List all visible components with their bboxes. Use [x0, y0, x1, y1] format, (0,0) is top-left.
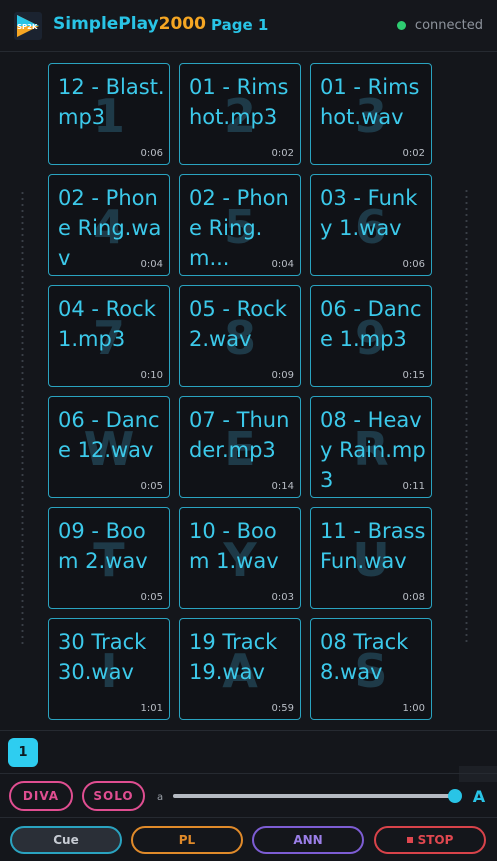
- pad-duration: 0:02: [402, 148, 425, 159]
- font-size-slider[interactable]: [173, 789, 462, 803]
- playlist-button[interactable]: PL: [131, 826, 243, 854]
- pad-name: 08 Track 8.wav: [320, 630, 409, 684]
- pad-name: 30 Track 30.wav: [58, 630, 147, 684]
- controls-row: DIVA SOLO a A: [0, 773, 497, 817]
- app-title-main: SimplePlay: [53, 14, 159, 34]
- pad-duration: 0:14: [271, 481, 294, 492]
- pad-duration: 0:05: [140, 481, 163, 492]
- bottom-bar: Cue PL ANN STOP: [0, 817, 497, 861]
- sound-pad[interactable]: S 08 Track 8.wav 1:00: [310, 618, 432, 720]
- pad-name: 06 - Dance 1.mp3: [320, 297, 422, 351]
- cue-button[interactable]: Cue: [10, 826, 122, 854]
- pad-duration: 0:04: [140, 259, 163, 270]
- sound-pad[interactable]: R 08 - Heavy Rain.mp3 0:11: [310, 396, 432, 498]
- stop-icon: [406, 837, 413, 843]
- sound-pad-grid: 1 12 - Blast.mp3 0:06 2 01 - Rimshot.mp3 0:02…: [48, 63, 432, 720]
- app-title-accent: 2000: [158, 14, 206, 34]
- pad-name: 04 - Rock 1.mp3: [58, 297, 156, 351]
- page-selector: 1: [0, 730, 497, 773]
- right-scroll-indicator: [465, 188, 468, 642]
- pad-duration: 0:09: [271, 370, 294, 381]
- status-text: connected: [414, 18, 483, 33]
- pad-duration: 0:11: [402, 481, 425, 492]
- pad-duration: 1:01: [140, 703, 163, 714]
- app-logo-icon: SP2K: [14, 12, 42, 40]
- app-header: SP2K SimplePlay2000 Page 1 connected: [0, 0, 497, 52]
- announcement-button[interactable]: ANN: [252, 826, 364, 854]
- pad-name: 06 - Dance 12.wav: [58, 408, 160, 462]
- slider-min-label: a: [157, 792, 164, 803]
- logo-text: SP2K: [17, 23, 38, 31]
- connection-status: connected: [396, 18, 483, 33]
- stop-label: STOP: [417, 833, 454, 847]
- pad-duration: 1:00: [402, 703, 425, 714]
- solo-button[interactable]: SOLO: [82, 781, 145, 811]
- sound-pad[interactable]: 4 02 - Phone Ring.wav 0:04: [48, 174, 170, 276]
- sound-pad[interactable]: 1 12 - Blast.mp3 0:06: [48, 63, 170, 165]
- sound-pad[interactable]: 5 02 - Phone Ring.m... 0:04: [179, 174, 301, 276]
- pad-duration: 0:06: [402, 259, 425, 270]
- pad-name: 09 - Boom 2.wav: [58, 519, 148, 573]
- page-chip-1[interactable]: 1: [8, 738, 38, 767]
- pad-name: 01 - Rimshot.wav: [320, 75, 420, 129]
- sound-pad[interactable]: 2 01 - Rimshot.mp3 0:02: [179, 63, 301, 165]
- pad-name: 05 - Rock 2.wav: [189, 297, 287, 351]
- sound-pad[interactable]: I 30 Track 30.wav 1:01: [48, 618, 170, 720]
- slider-thumb[interactable]: [448, 789, 462, 803]
- slider-fill: [173, 794, 455, 798]
- pad-name: 12 - Blast.mp3: [58, 75, 165, 129]
- left-scroll-indicator: [21, 190, 24, 646]
- sound-pad[interactable]: T 09 - Boom 2.wav 0:05: [48, 507, 170, 609]
- pad-duration: 0:06: [140, 148, 163, 159]
- sound-pad[interactable]: E 07 - Thunder.mp3 0:14: [179, 396, 301, 498]
- pad-duration: 0:04: [271, 259, 294, 270]
- pad-name: 07 - Thunder.mp3: [189, 408, 290, 462]
- app-title: SimplePlay2000: [53, 14, 206, 34]
- diva-button[interactable]: DIVA: [9, 781, 73, 811]
- stop-button[interactable]: STOP: [374, 826, 486, 854]
- sound-pad[interactable]: 7 04 - Rock 1.mp3 0:10: [48, 285, 170, 387]
- sound-pad[interactable]: A 19 Track 19.wav 0:59: [179, 618, 301, 720]
- status-dot-icon: [396, 21, 406, 30]
- sound-pad[interactable]: 6 03 - Funky 1.wav 0:06: [310, 174, 432, 276]
- pad-duration: 0:59: [271, 703, 294, 714]
- pad-name: 03 - Funky 1.wav: [320, 186, 418, 240]
- sound-pad[interactable]: U 11 - Brass Fun.wav 0:08: [310, 507, 432, 609]
- pad-name: 19 Track 19.wav: [189, 630, 278, 684]
- pad-duration: 0:15: [402, 370, 425, 381]
- pad-duration: 0:03: [271, 592, 294, 603]
- pad-name: 11 - Brass Fun.wav: [320, 519, 426, 573]
- pad-duration: 0:05: [140, 592, 163, 603]
- sound-pad[interactable]: 3 01 - Rimshot.wav 0:02: [310, 63, 432, 165]
- sound-pad[interactable]: 8 05 - Rock 2.wav 0:09: [179, 285, 301, 387]
- page-label: Page 1: [211, 16, 269, 34]
- sound-pad[interactable]: W 06 - Dance 12.wav 0:05: [48, 396, 170, 498]
- pad-duration: 0:02: [271, 148, 294, 159]
- slider-max-label: A: [472, 786, 486, 806]
- pad-name: 10 - Boom 1.wav: [189, 519, 279, 573]
- pad-name: 01 - Rimshot.mp3: [189, 75, 289, 129]
- pad-duration: 0:08: [402, 592, 425, 603]
- sound-pad[interactable]: 9 06 - Dance 1.mp3 0:15: [310, 285, 432, 387]
- pad-duration: 0:10: [140, 370, 163, 381]
- sound-pad[interactable]: Y 10 - Boom 1.wav 0:03: [179, 507, 301, 609]
